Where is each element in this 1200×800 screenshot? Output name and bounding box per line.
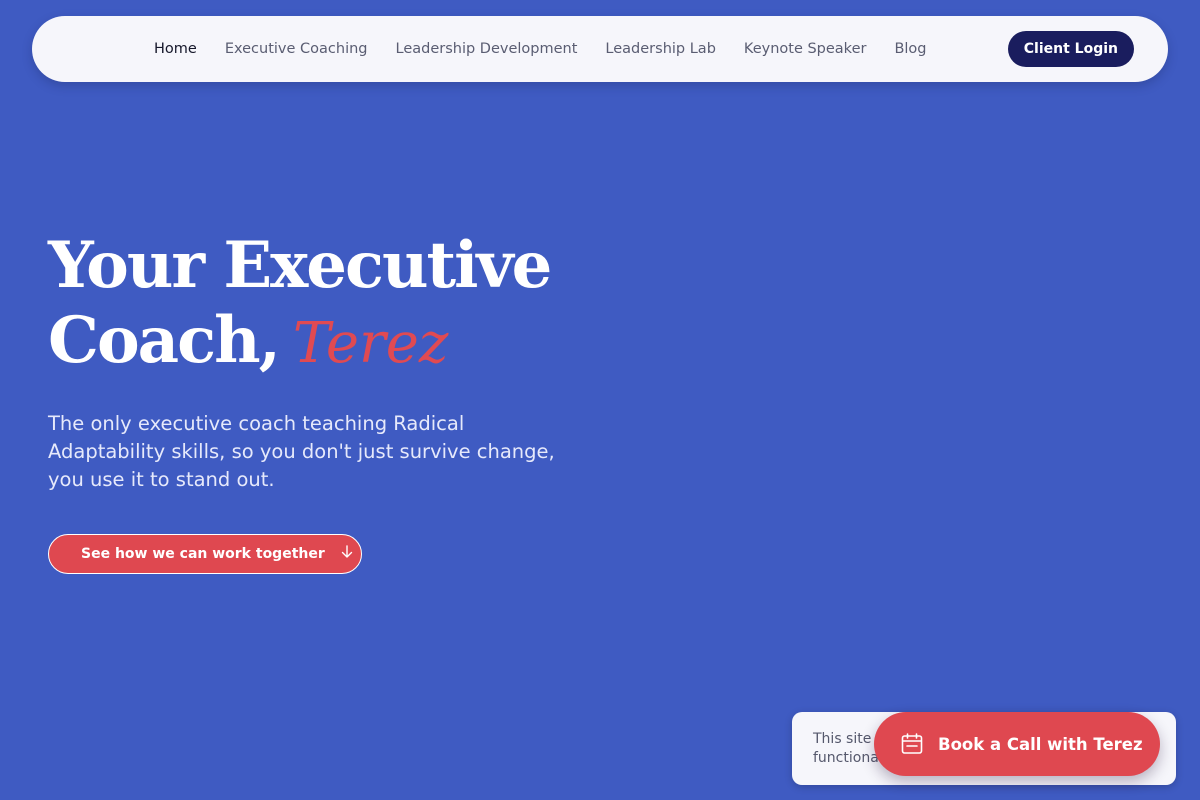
nav-item-leadership-lab[interactable]: Leadership Lab — [605, 41, 715, 57]
client-login-button[interactable]: Client Login — [1007, 31, 1134, 67]
nav-item-home[interactable]: Home — [154, 41, 197, 57]
nav-item-executive-coaching[interactable]: Executive Coaching — [225, 41, 368, 57]
book-call-button[interactable]: Book a Call with Terez — [874, 712, 1160, 776]
calendar-icon — [900, 732, 924, 756]
hero-title-line-2: Coach, Terez — [48, 303, 550, 381]
nav-links: Home Executive Coaching Leadership Devel… — [154, 16, 927, 82]
nav-item-blog[interactable]: Blog — [894, 41, 926, 57]
nav-item-leadership-development[interactable]: Leadership Development — [396, 41, 578, 57]
hero-subtitle: The only executive coach teaching Radica… — [48, 412, 555, 491]
hero-title-coach: Coach, — [48, 303, 281, 378]
page: Home Executive Coaching Leadership Devel… — [0, 0, 1200, 800]
work-together-button[interactable]: See how we can work together — [48, 534, 362, 574]
hero-title-name: Terez — [292, 311, 449, 376]
work-together-label: See how we can work together — [81, 546, 325, 562]
nav-item-keynote-speaker[interactable]: Keynote Speaker — [744, 41, 867, 57]
hero-title-line-1: Your Executive — [48, 228, 552, 303]
top-navbar: Home Executive Coaching Leadership Devel… — [32, 16, 1168, 82]
arrow-down-icon — [341, 545, 353, 563]
book-call-label: Book a Call with Terez — [938, 734, 1143, 754]
hero-title: Your Executive Coach, Terez — [48, 228, 552, 381]
